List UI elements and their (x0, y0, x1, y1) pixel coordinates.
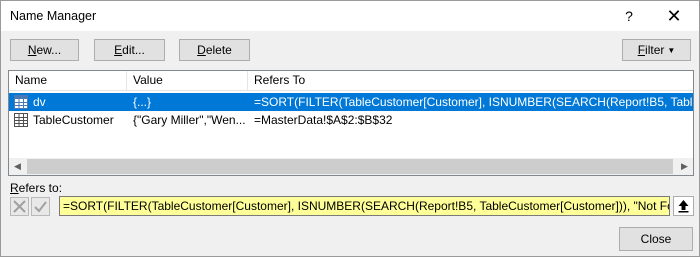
filter-button-label: Filter (637, 43, 665, 57)
confirm-edit-button[interactable] (31, 197, 50, 216)
x-icon (13, 200, 26, 213)
close-window-button[interactable]: ✕ (651, 4, 697, 28)
new-button-label: New... (27, 43, 62, 57)
cancel-edit-button[interactable] (10, 197, 29, 216)
name-manager-dialog: Name Manager ? ✕ New... Edit... Delete F… (0, 0, 700, 257)
table-grid-icon (14, 113, 28, 127)
title-bar: Name Manager ? ✕ (1, 1, 699, 31)
refers-to-label: Refers to: (10, 181, 63, 195)
table-grid-icon (14, 95, 28, 109)
delete-button-label: Delete (197, 43, 232, 57)
collapse-dialog-button[interactable] (673, 196, 694, 216)
names-list[interactable]: Name Value Refers To dv {...} =SORT(FILT… (8, 70, 694, 176)
close-button[interactable]: Close (619, 227, 693, 251)
scroll-right-icon[interactable]: ▶ (676, 158, 693, 175)
dropdown-arrow-icon: ▼ (667, 46, 676, 55)
collapse-dialog-icon (678, 200, 689, 213)
row-name: TableCustomer (33, 113, 114, 127)
scroll-left-icon[interactable]: ◀ (9, 158, 26, 175)
horizontal-scrollbar[interactable]: ◀ ▶ (9, 158, 693, 175)
row-refers-to: =SORT(FILTER(TableCustomer[Customer], IS… (254, 95, 693, 109)
help-button[interactable]: ? (617, 5, 641, 27)
row-name: dv (33, 95, 46, 109)
table-row[interactable]: dv {...} =SORT(FILTER(TableCustomer[Cust… (9, 93, 693, 111)
scrollbar-thumb[interactable] (27, 159, 673, 174)
refers-to-input[interactable]: =SORT(FILTER(TableCustomer[Customer], IS… (59, 196, 670, 216)
dialog-title: Name Manager (10, 9, 97, 23)
edit-button-label: Edit... (114, 43, 145, 57)
list-header: Name Value Refers To (9, 71, 693, 91)
column-header-value[interactable]: Value (127, 71, 248, 91)
check-icon (34, 201, 47, 213)
close-button-label: Close (640, 232, 672, 246)
table-row[interactable]: TableCustomer {"Gary Miller","Wen... =Ma… (9, 111, 693, 129)
row-value: {"Gary Miller","Wen... (133, 113, 246, 127)
row-refers-to: =MasterData!$A$2:$B$32 (254, 113, 393, 127)
filter-button[interactable]: Filter ▼ (622, 39, 691, 61)
row-value: {...} (133, 95, 152, 109)
edit-button[interactable]: Edit... (94, 39, 165, 61)
column-header-refers-to[interactable]: Refers To (248, 71, 693, 91)
new-button[interactable]: New... (10, 39, 79, 61)
delete-button[interactable]: Delete (179, 39, 250, 61)
column-header-name[interactable]: Name (9, 71, 127, 91)
